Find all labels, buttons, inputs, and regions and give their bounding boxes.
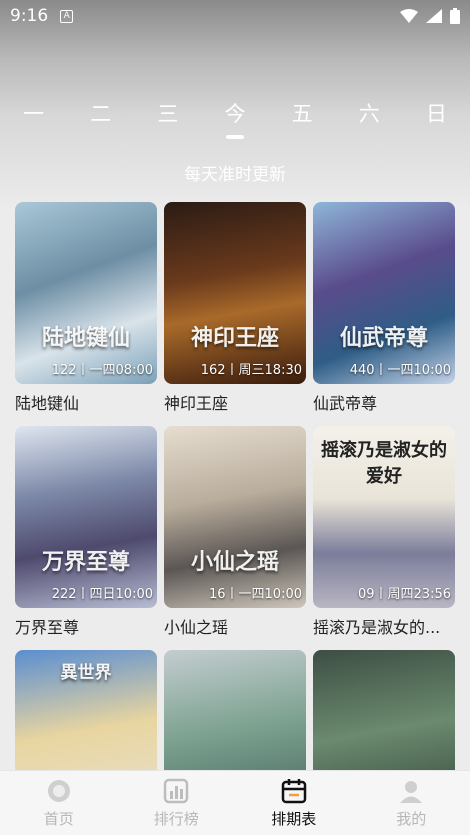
episode-schedule-badge: 162丨周三18:30 [200, 363, 302, 378]
cover-art-title: 摇滚乃是淑女的爱好 [321, 440, 447, 487]
nav-profile-label: 我的 [396, 809, 427, 828]
ranking-icon [164, 778, 189, 803]
anime-title: 仙武帝尊 [313, 394, 378, 413]
episode-schedule-badge: 122丨一四08:00 [51, 363, 153, 378]
anime-card[interactable]: 仙武帝尊 440丨一四10:00 仙武帝尊 [313, 202, 455, 414]
tab-day-sun[interactable]: 日 [411, 98, 461, 142]
nav-schedule[interactable]: 排期表 [249, 778, 339, 829]
anime-card[interactable]: 万界至尊 222丨四日10:00 万界至尊 [15, 426, 157, 638]
tab-day-mon[interactable]: 一 [9, 98, 59, 142]
bottom-navigation: 首页 排行榜 排期表 我的 [0, 770, 470, 835]
episode-schedule-badge: 222丨四日10:00 [51, 587, 153, 602]
cellular-signal-icon [426, 9, 442, 23]
anime-title: 小仙之瑶 [164, 618, 229, 637]
status-bar: 9:16 A [0, 0, 470, 32]
cover-art-title: 小仙之瑶 [190, 550, 279, 575]
tab-day-today[interactable]: 今 [210, 98, 260, 142]
cover-art-title: 陆地键仙 [41, 326, 130, 351]
profile-icon [400, 780, 423, 803]
tab-day-sat[interactable]: 六 [344, 98, 394, 142]
status-time: 9:16 [10, 6, 49, 26]
tab-day-fri[interactable]: 五 [277, 98, 327, 142]
anime-card[interactable]: 神印王座 162丨周三18:30 神印王座 [164, 202, 306, 414]
tab-day-wed[interactable]: 三 [143, 98, 193, 142]
anime-title: 神印王座 [164, 394, 229, 413]
weekday-tabs: 一 二 三 今 五 六 日 [0, 98, 470, 142]
anime-cover: 万界至尊 222丨四日10:00 [15, 426, 157, 608]
cover-art-title: 神印王座 [190, 326, 279, 351]
schedule-subtitle: 每天准时更新 [184, 165, 286, 185]
anime-title: 陆地键仙 [15, 394, 80, 413]
episode-schedule-badge: 09丨周四23:56 [357, 587, 451, 602]
battery-icon [450, 8, 460, 24]
cover-art-title: 万界至尊 [41, 550, 130, 575]
anime-cover: 摇滚乃是淑女的爱好 09丨周四23:56 [313, 426, 455, 608]
anime-title: 万界至尊 [15, 618, 80, 637]
anime-card[interactable]: 摇滚乃是淑女的爱好 09丨周四23:56 摇滚乃是淑女的... [313, 426, 455, 638]
anime-cover: 仙武帝尊 440丨一四10:00 [313, 202, 455, 384]
episode-schedule-badge: 440丨一四10:00 [349, 363, 451, 378]
nav-ranking[interactable]: 排行榜 [131, 778, 221, 829]
home-icon [47, 779, 70, 802]
cover-art-title: 異世界 [60, 663, 112, 683]
anime-cover: 神印王座 162丨周三18:30 [164, 202, 306, 384]
episode-schedule-badge: 16丨一四10:00 [208, 587, 302, 602]
cover-art-title: 仙武帝尊 [339, 326, 428, 351]
tab-day-tue[interactable]: 二 [76, 98, 126, 142]
nav-profile[interactable]: 我的 [366, 778, 456, 829]
anime-card[interactable]: 小仙之瑶 16丨一四10:00 小仙之瑶 [164, 426, 306, 638]
nav-ranking-label: 排行榜 [153, 809, 199, 828]
anime-title: 摇滚乃是淑女的... [313, 618, 441, 637]
notification-a-icon: A [60, 9, 74, 23]
wifi-icon [400, 9, 418, 23]
anime-grid: 陆地键仙 122丨一四08:00 陆地键仙 神印王座 162丨周三18:30 神… [15, 202, 455, 832]
anime-card[interactable]: 陆地键仙 122丨一四08:00 陆地键仙 [15, 202, 157, 414]
anime-cover: 陆地键仙 122丨一四08:00 [15, 202, 157, 384]
nav-home-label: 首页 [43, 809, 74, 828]
calendar-icon [281, 778, 306, 803]
anime-cover: 小仙之瑶 16丨一四10:00 [164, 426, 306, 608]
nav-schedule-label: 排期表 [271, 809, 317, 828]
nav-home[interactable]: 首页 [14, 778, 104, 829]
